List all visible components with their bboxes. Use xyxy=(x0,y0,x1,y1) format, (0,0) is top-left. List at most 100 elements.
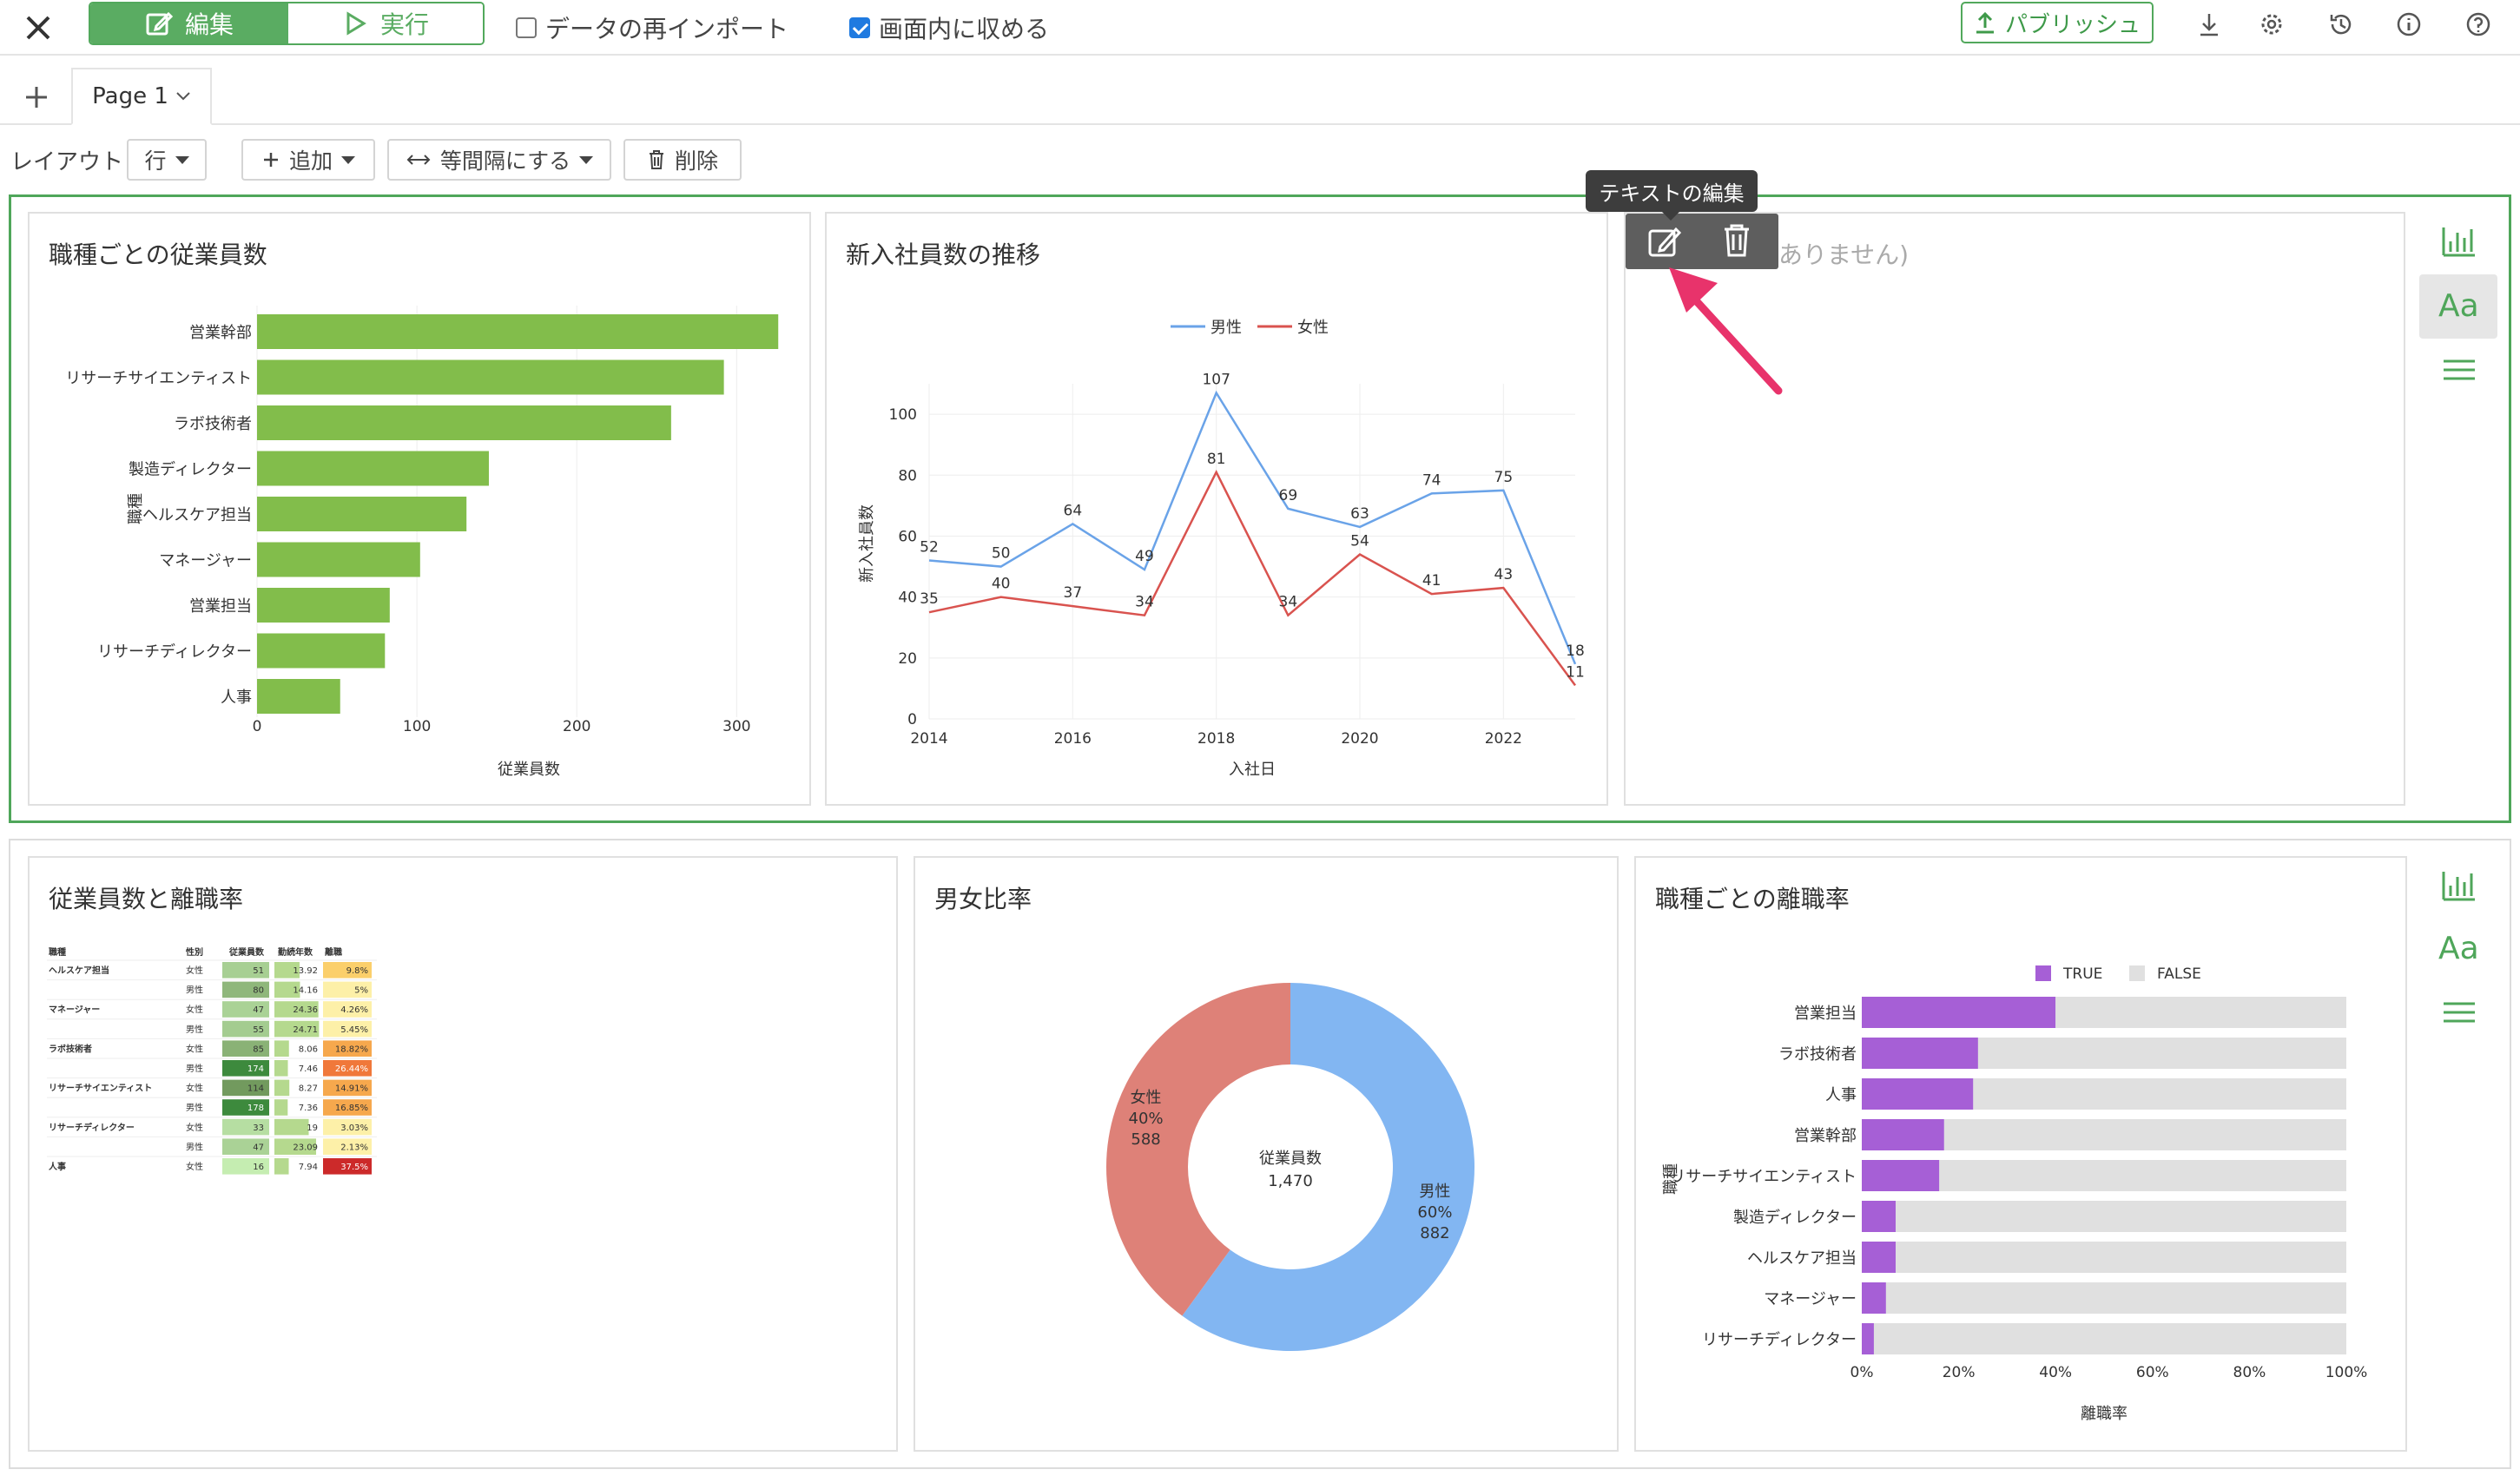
tab-page-1[interactable]: Page 1 xyxy=(71,68,212,125)
data-label: 35 xyxy=(920,590,939,608)
info-icon[interactable] xyxy=(2391,7,2426,42)
bar xyxy=(257,314,779,349)
tick-label: 100% xyxy=(2325,1364,2368,1381)
caret-down-icon xyxy=(579,155,594,164)
table-cell: 男性 xyxy=(186,1063,203,1074)
menu-icon[interactable] xyxy=(2435,346,2484,394)
stacked-bar-chart-attrition: TRUE FALSE 営業担当ラボ技術者人事営業幹部リサーチサイエンティスト製造ディ… xyxy=(1662,965,2368,1423)
tick-label: 2020 xyxy=(1341,730,1378,748)
reimport-checkbox-box[interactable] xyxy=(516,17,537,38)
legend-swatch xyxy=(2129,965,2145,981)
table-cell: 4.26% xyxy=(340,1005,368,1015)
upload-icon xyxy=(1976,11,1994,34)
caret-down-icon xyxy=(175,155,189,164)
tick-label: 0 xyxy=(907,711,917,728)
tab-divider xyxy=(0,123,2520,125)
text-type-icon[interactable]: Aa xyxy=(2435,281,2484,330)
bar xyxy=(257,451,489,486)
bar-segment xyxy=(1862,1323,1874,1354)
table-cell: 女性 xyxy=(186,1083,203,1094)
add-page-icon[interactable] xyxy=(19,80,54,115)
data-label: 11 xyxy=(1566,663,1585,681)
chart-card-employees-by-role[interactable]: 職種ごとの従業員数 営業幹部 リサーチサイエンティスト ラボ技術者 製造ディレクターヘ… xyxy=(28,212,811,806)
bar-segment xyxy=(1862,1282,1886,1314)
legend-label: TRUE xyxy=(2062,965,2102,983)
category-label: 営業担当 xyxy=(189,597,252,616)
table-cell: 2.13% xyxy=(340,1143,368,1152)
bar-segment xyxy=(1896,1201,2346,1232)
category-label: ヘルスケア担当 xyxy=(1747,1249,1857,1268)
table-cell: 24.36 xyxy=(293,1005,318,1015)
reimport-checkbox[interactable]: データの再インポート xyxy=(516,10,788,45)
table-cell: 55 xyxy=(253,1025,264,1035)
gear-icon[interactable] xyxy=(2254,7,2289,42)
help-icon[interactable] xyxy=(2461,7,2496,42)
bar xyxy=(257,679,340,714)
download-icon[interactable] xyxy=(2192,7,2226,42)
layout-row-select[interactable]: 行 xyxy=(127,139,207,181)
category-label: マネージャー xyxy=(159,552,252,570)
y-axis-label: 職種 xyxy=(127,493,145,524)
slice-label: 男性 xyxy=(1419,1183,1450,1201)
table-cell: 女性 xyxy=(186,965,203,976)
menu-icon[interactable] xyxy=(2435,988,2484,1037)
chart-card-employees-attrition[interactable]: 従業員数と離職率 職種 性別 従業員数 勤続年数 離職 ヘルスケア担当 女性 51 13.92 9… xyxy=(28,856,898,1452)
chart-card-new-hires[interactable]: 新入社員数の推移 男性 女性 0 20 40 60 80 100 2014 2016 2018 202… xyxy=(825,212,1608,806)
chart-card-attrition-by-role[interactable]: 職種ごとの離職率 TRUE FALSE 営業担当 ラボ技術者 人事 営業幹部 リサーチサイエ… xyxy=(1634,856,2407,1452)
history-icon[interactable] xyxy=(2324,7,2358,42)
center-value: 1,470 xyxy=(1268,1172,1313,1190)
bar-cell xyxy=(274,1060,288,1077)
publish-button[interactable]: パブリッシュ xyxy=(1961,2,2154,43)
tab-page-label: Page 1 xyxy=(92,83,168,109)
column-header: 離職 xyxy=(325,946,342,958)
bar xyxy=(257,542,420,577)
bar-cell xyxy=(274,1118,309,1136)
equal-spacing-button[interactable]: 等間隔にする xyxy=(387,139,611,181)
tick-label: 60% xyxy=(2136,1364,2169,1381)
donut-chart-gender: 男性 60% 882 女性 40% 588 従業員数 1,470 xyxy=(1106,983,1474,1351)
table-heatmap: 職種 性別 従業員数 勤続年数 離職ヘルスケア担当 女性 51 13.92 9.8%男性 80 14… xyxy=(47,946,377,1175)
data-label: 52 xyxy=(920,539,939,557)
delete-button[interactable]: 削除 xyxy=(623,139,742,181)
category-label: 人事 xyxy=(221,689,252,707)
category-label: リサーチサイエンティスト xyxy=(1670,1168,1857,1186)
bar xyxy=(257,588,390,623)
table-cell: 7.94 xyxy=(299,1163,318,1172)
column-header: 勤続年数 xyxy=(278,946,313,958)
run-mode-button[interactable]: 実行 xyxy=(288,3,483,43)
reimport-label: データの再インポート xyxy=(545,15,789,43)
chart-type-icon[interactable] xyxy=(2435,217,2484,266)
category-label: リサーチサイエンティスト xyxy=(65,370,252,388)
svg-text:Aa: Aa xyxy=(2438,288,2479,324)
slice-percent: 60% xyxy=(1417,1203,1452,1222)
edit-mode-button[interactable]: 編集 xyxy=(90,3,288,43)
close-icon[interactable] xyxy=(19,9,57,47)
horizontal-arrows-icon xyxy=(406,155,431,165)
chart-type-icon[interactable] xyxy=(2435,861,2484,910)
table-cell: 9.8% xyxy=(346,966,368,976)
annotation-arrow-icon xyxy=(1669,267,1783,395)
layout-row-value: 行 xyxy=(144,148,167,174)
add-button[interactable]: 追加 xyxy=(241,139,375,181)
text-type-icon[interactable]: Aa xyxy=(2435,924,2484,972)
layout-label: レイアウト xyxy=(10,149,124,175)
table-cell: 85 xyxy=(253,1044,264,1054)
line-chart-new-hires: 男性 女性 0 20 40 60 80 100 2014 2016 2018 2020 2022 52 50… xyxy=(858,319,1585,779)
bar-segment xyxy=(1873,1323,2346,1354)
fit-screen-checkbox[interactable]: 画面内に収める xyxy=(849,10,1049,45)
table-cell: 26.44% xyxy=(335,1064,368,1074)
data-label: 41 xyxy=(1422,572,1441,590)
chart-card-gender-ratio[interactable]: 男女比率 男性 60% 882 女性 40% 588 従業員数 1,470 xyxy=(914,856,1619,1452)
bar-chart-employees: 営業幹部リサーチサイエンティストラボ技術者製造ディレクターヘルスケア担当マネージ… xyxy=(65,306,779,779)
trash-icon xyxy=(649,150,663,169)
fit-screen-label: 画面内に収める xyxy=(879,15,1050,43)
tick-label: 2016 xyxy=(1054,730,1092,748)
data-label: 18 xyxy=(1566,642,1585,660)
fit-screen-checkbox-box[interactable] xyxy=(849,17,870,38)
data-label: 34 xyxy=(1279,594,1298,611)
bar-segment xyxy=(1977,1038,2346,1069)
caret-down-icon xyxy=(341,155,355,164)
bar-cell xyxy=(274,1040,289,1057)
table-cell: 13.92 xyxy=(293,966,318,976)
x-axis-label: 従業員数 xyxy=(498,761,560,779)
